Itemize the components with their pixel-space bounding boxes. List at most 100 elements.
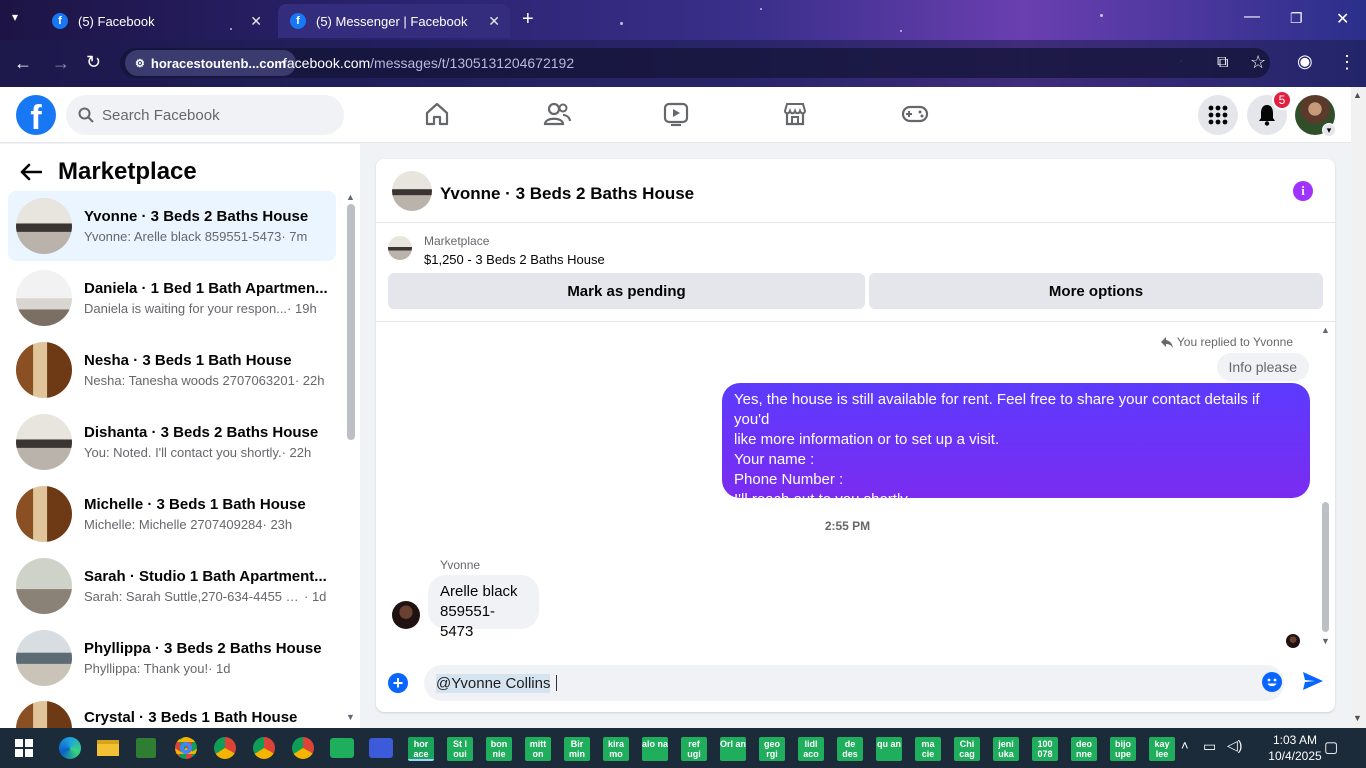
sent-message-bubble[interactable]: Yes, the house is still available for re…: [722, 383, 1310, 508]
scroll-down-icon[interactable]: ▼: [1353, 713, 1362, 723]
conversation-item[interactable]: Daniela · 1 Bed 1 Bath Apartmen... Danie…: [8, 263, 336, 333]
gaming-icon[interactable]: [901, 101, 929, 127]
message-input[interactable]: @Yvonne Collins: [424, 665, 1284, 701]
install-app-icon[interactable]: ⧉: [1217, 54, 1228, 72]
close-tab-icon[interactable]: ✕: [488, 13, 500, 30]
reload-icon[interactable]: ↻: [86, 52, 101, 73]
scroll-down-icon[interactable]: ▼: [1321, 636, 1330, 646]
chrome-icon[interactable]: [170, 732, 202, 764]
chrome-profile-icon[interactable]: [287, 732, 319, 764]
listing-price-title[interactable]: $1,250 - 3 Beds 2 Baths House: [424, 252, 605, 267]
site-info-chip[interactable]: ⚙ horacestoutenb...com: [125, 50, 296, 76]
scroll-down-icon[interactable]: ▼: [346, 712, 355, 722]
forward-arrow-icon[interactable]: →: [52, 53, 70, 74]
search-input[interactable]: Search Facebook: [66, 95, 344, 135]
scroll-up-icon[interactable]: ▲: [346, 192, 355, 202]
taskbar-app-tile[interactable]: ma cie: [915, 737, 941, 761]
listing-thumbnail[interactable]: [392, 171, 432, 211]
send-icon[interactable]: [1302, 671, 1324, 691]
taskbar-app-tile[interactable]: geo rgi: [759, 737, 785, 761]
taskbar-app-tile[interactable]: bijo upe: [1110, 737, 1136, 761]
spreadsheet-app-icon[interactable]: [130, 732, 162, 764]
minimize-window-icon[interactable]: —: [1244, 8, 1260, 26]
taskbar-app-tile[interactable]: Orl an: [720, 737, 746, 761]
taskbar-app-tile[interactable]: jeni uka: [993, 737, 1019, 761]
page-scrollbar[interactable]: [1351, 87, 1366, 728]
chrome-profile-icon[interactable]: [209, 732, 241, 764]
video-icon[interactable]: [663, 101, 689, 127]
network-icon[interactable]: ▭: [1203, 738, 1216, 755]
windows-start-icon[interactable]: [8, 732, 40, 764]
conversation-item[interactable]: Michelle · 3 Beds 1 Bath House Michelle:…: [8, 479, 336, 549]
app-icon[interactable]: [365, 732, 397, 764]
restore-window-icon[interactable]: ❐: [1290, 10, 1303, 27]
listing-thumbnail: [16, 270, 72, 326]
conversation-item[interactable]: Nesha · 3 Beds 1 Bath House Nesha: Tanes…: [8, 335, 336, 405]
chrome-profile-icon[interactable]: [248, 732, 280, 764]
browser-menu-icon[interactable]: ⋮: [1338, 52, 1356, 73]
sender-avatar[interactable]: [392, 601, 420, 629]
taskbar-app-tile[interactable]: Chi cag: [954, 737, 980, 761]
friends-icon[interactable]: [543, 101, 571, 127]
close-tab-icon[interactable]: ✕: [250, 13, 262, 30]
thread-scrollbar[interactable]: [1322, 502, 1329, 632]
mark-as-pending-button[interactable]: Mark as pending: [388, 273, 865, 309]
scroll-up-icon[interactable]: ▲: [1353, 90, 1362, 100]
back-arrow-icon[interactable]: [20, 163, 42, 181]
tab-search-chevron-icon[interactable]: ▾: [12, 10, 18, 24]
close-window-icon[interactable]: ✕: [1336, 9, 1349, 29]
menu-grid-button[interactable]: [1198, 95, 1238, 135]
taskbar-app-tile[interactable]: deo nne: [1071, 737, 1097, 761]
plus-icon[interactable]: +: [388, 673, 408, 693]
taskbar-app-tile[interactable]: hor ace: [408, 737, 434, 761]
facebook-logo-icon[interactable]: f: [16, 95, 56, 135]
profile-icon[interactable]: ◉: [1297, 51, 1313, 72]
conversation-item[interactable]: Phyllippa · 3 Beds 2 Baths House Phyllip…: [8, 623, 336, 693]
url-text[interactable]: facebook.com/messages/t/1305131204672192: [283, 55, 574, 71]
conversation-time: · 7m: [281, 229, 308, 244]
conversation-item[interactable]: Crystal · 3 Beds 1 Bath House: [8, 695, 336, 728]
volume-icon[interactable]: ◁): [1227, 737, 1242, 754]
app-icon[interactable]: [326, 732, 358, 764]
taskbar-app-tile[interactable]: St l oui: [447, 737, 473, 761]
more-options-button[interactable]: More options: [869, 273, 1323, 309]
conversation-item[interactable]: Sarah · Studio 1 Bath Apartment... Sarah…: [8, 551, 336, 621]
taskbar-app-tile[interactable]: kay lee: [1149, 737, 1175, 761]
new-tab-plus-icon[interactable]: +: [522, 8, 534, 31]
taskbar-app-tile[interactable]: kira mo: [603, 737, 629, 761]
quoted-message[interactable]: Info please: [1216, 353, 1309, 381]
home-icon[interactable]: [424, 101, 450, 127]
chat-list-scrollbar[interactable]: [347, 204, 355, 440]
listing-thumbnail[interactable]: [388, 236, 412, 260]
back-arrow-icon[interactable]: ←: [14, 53, 32, 74]
conversation-name: Crystal · 3 Beds 1 Bath House: [84, 709, 298, 726]
taskbar-app-tile[interactable]: 100 078: [1032, 737, 1058, 761]
edge-icon[interactable]: [54, 732, 86, 764]
conversation-item[interactable]: Yvonne · 3 Beds 2 Baths House Yvonne: Ar…: [8, 191, 336, 261]
url-domain: facebook.com: [283, 55, 371, 71]
tab-facebook[interactable]: f (5) Facebook ✕: [40, 4, 272, 38]
taskbar-app-tile[interactable]: Bir min: [564, 737, 590, 761]
info-icon[interactable]: i: [1293, 181, 1313, 201]
taskbar-app-tile[interactable]: bon nie: [486, 737, 512, 761]
marketplace-icon[interactable]: [782, 101, 808, 127]
conversation-title[interactable]: Yvonne · 3 Beds 2 Baths House: [440, 184, 694, 204]
file-explorer-icon[interactable]: [92, 732, 124, 764]
taskbar-app-tile[interactable]: alo na: [642, 737, 668, 761]
taskbar-app-tile[interactable]: de des: [837, 737, 863, 761]
panel-header: Marketplace: [20, 158, 197, 186]
tab-messenger[interactable]: f (5) Messenger | Facebook ✕: [278, 4, 510, 38]
received-message-bubble[interactable]: Arelle black 859551-5473: [428, 575, 539, 640]
taskbar-app-tile[interactable]: mitt on: [525, 737, 551, 761]
conversation-item[interactable]: Dishanta · 3 Beds 2 Baths House You: Not…: [8, 407, 336, 477]
taskbar-app-tile[interactable]: qu an: [876, 737, 902, 761]
taskbar-app-tile[interactable]: ref ugi: [681, 737, 707, 761]
scroll-up-icon[interactable]: ▲: [1321, 325, 1330, 335]
notification-center-icon[interactable]: ▢: [1324, 738, 1338, 756]
taskbar-app-tile[interactable]: lidl aco: [798, 737, 824, 761]
bookmark-star-icon[interactable]: ☆: [1250, 52, 1266, 73]
emoji-icon[interactable]: [1262, 672, 1282, 692]
chevron-down-icon[interactable]: ▾: [1322, 123, 1336, 137]
system-clock[interactable]: 1:03 AM 10/4/2025: [1262, 732, 1328, 764]
chevron-up-icon[interactable]: ˄: [1181, 738, 1189, 753]
